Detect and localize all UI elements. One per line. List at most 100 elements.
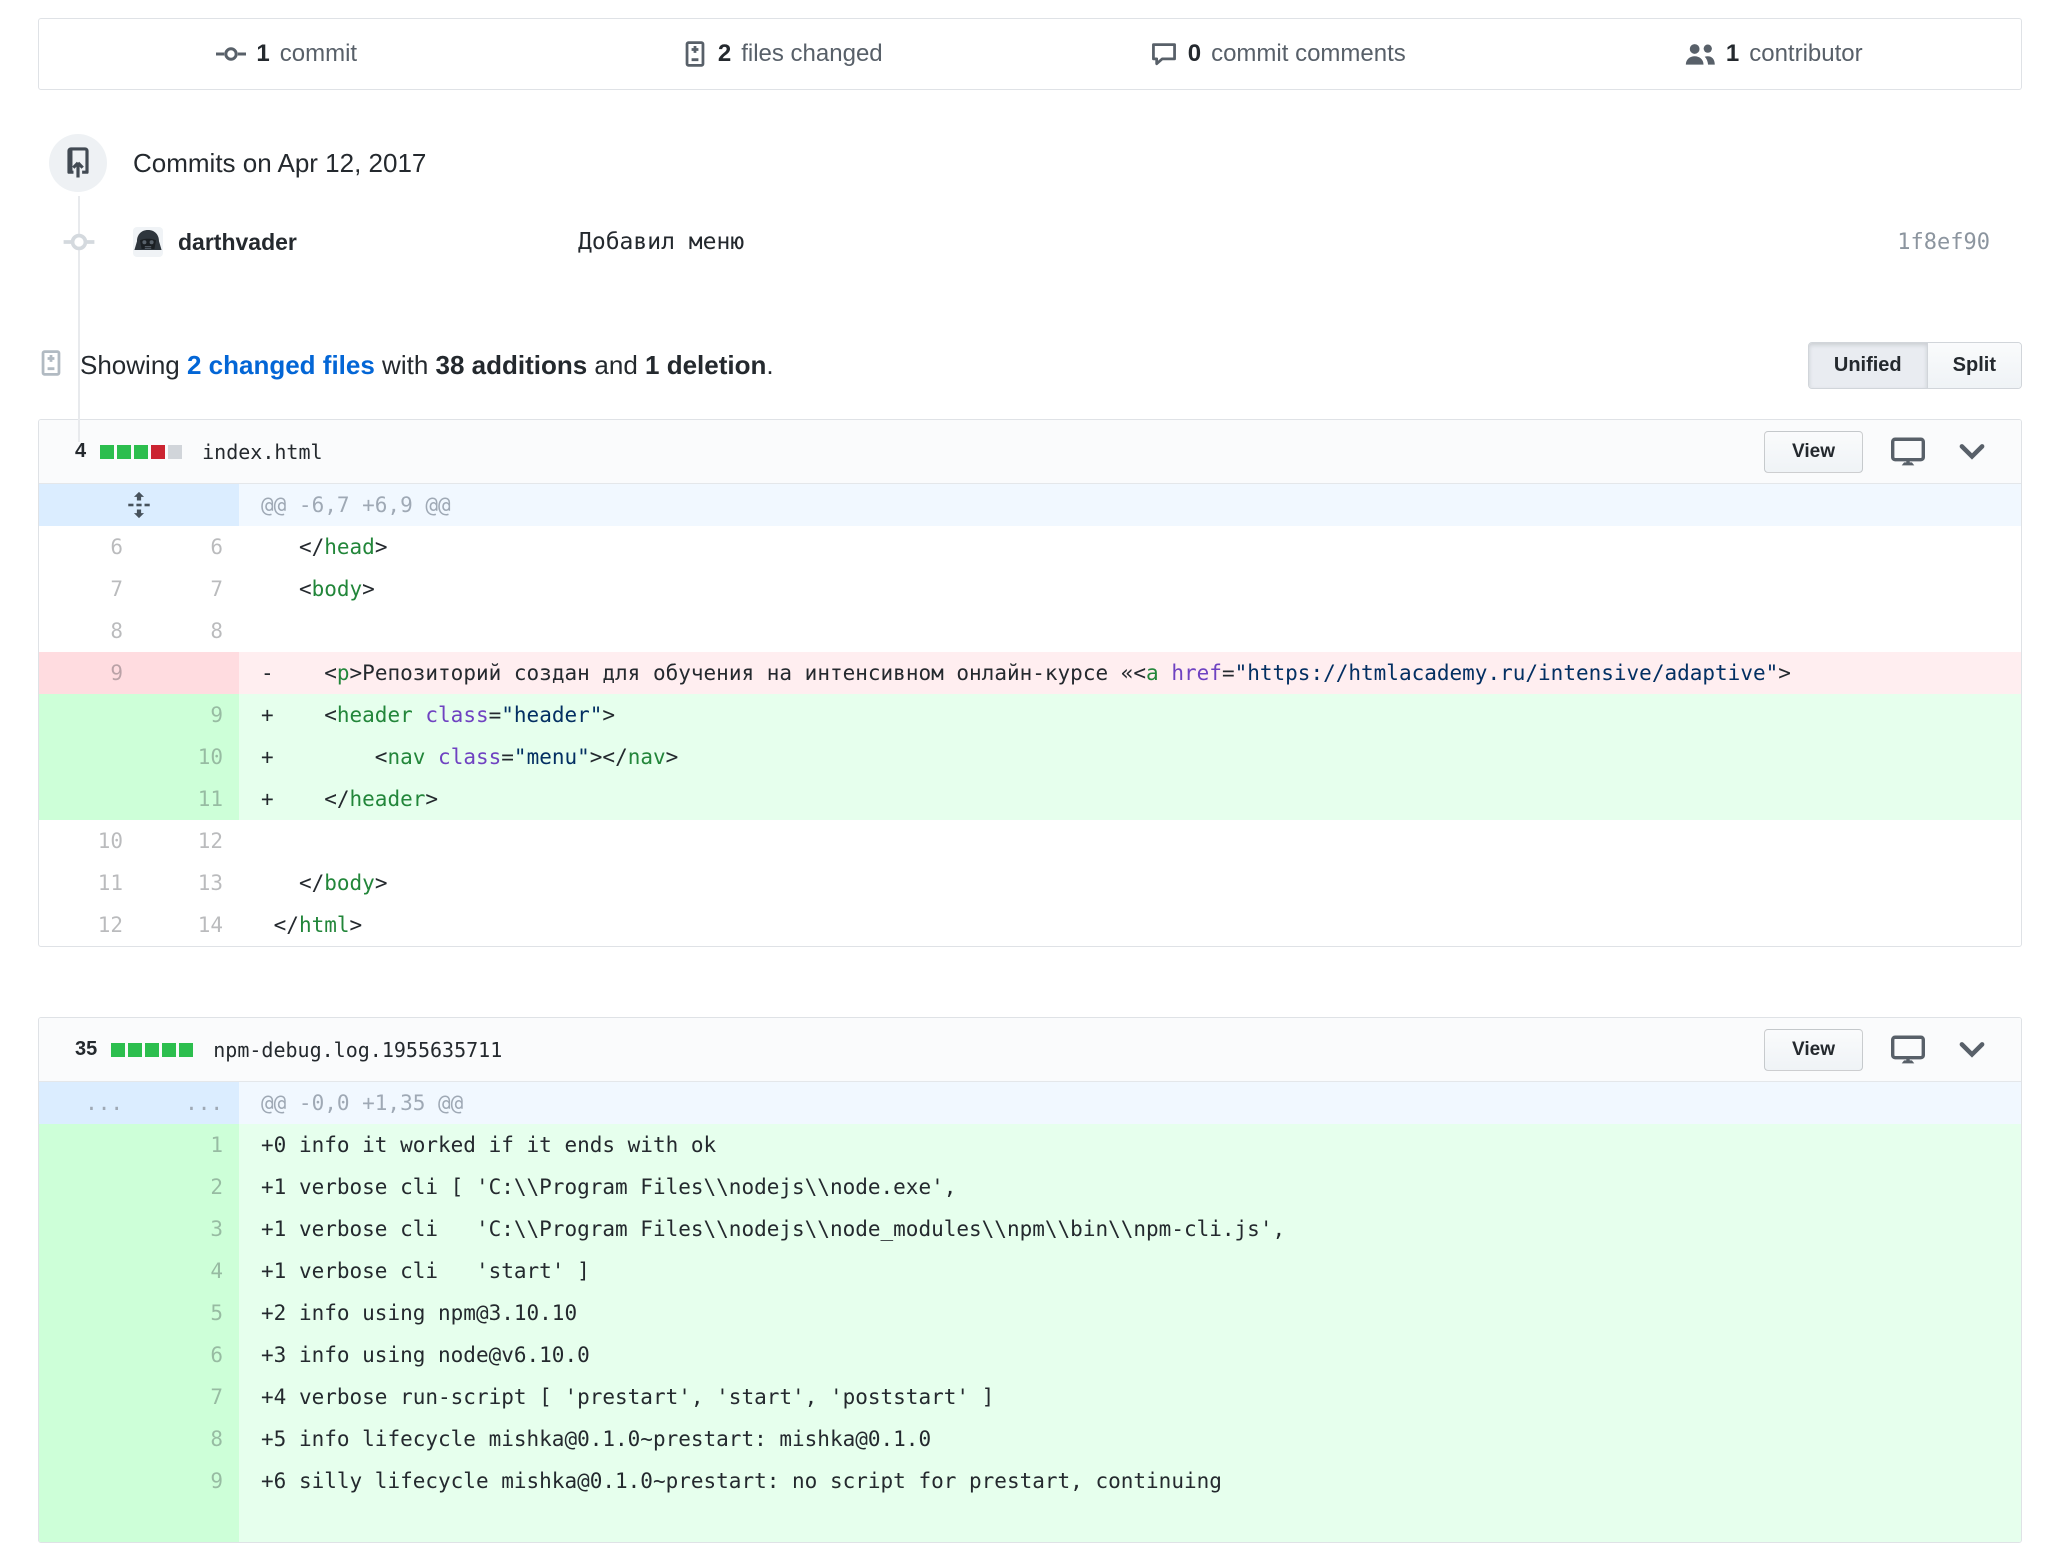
old-line-number[interactable]: 9	[39, 652, 139, 694]
old-line-number[interactable]: 6	[39, 526, 139, 568]
old-line-number[interactable]	[39, 694, 139, 736]
diff-sign: +	[261, 1259, 274, 1283]
stat-commits[interactable]: 1 commit	[39, 40, 535, 68]
old-line-number[interactable]: 7	[39, 568, 139, 610]
diff-row: 12 14 </html>	[39, 904, 2021, 946]
commit-message[interactable]: Добавил меню	[578, 229, 744, 255]
view-button[interactable]: View	[1764, 1028, 1863, 1071]
diff-row: 7 +4 verbose run-script [ 'prestart', 'st…	[39, 1376, 2021, 1418]
showing-prefix: Showing	[80, 350, 187, 380]
old-line-number[interactable]	[39, 1292, 139, 1334]
diff-sign	[261, 619, 274, 643]
new-line-number[interactable]: 7	[139, 1376, 239, 1418]
new-line-number[interactable]: 7	[139, 568, 239, 610]
old-line-number[interactable]: 12	[39, 904, 139, 946]
commit-hash[interactable]: 1f8ef90	[1897, 230, 2022, 255]
file-changes-count: 4	[75, 440, 87, 462]
view-button[interactable]: View	[1764, 430, 1863, 473]
hunk-gutter-dots: ...	[139, 1082, 239, 1124]
diffstat-block	[162, 1042, 177, 1057]
new-line-number[interactable]: 8	[139, 610, 239, 652]
changed-files-link[interactable]: 2 changed files	[187, 350, 375, 380]
old-line-number[interactable]	[39, 1208, 139, 1250]
code-line: </body>	[239, 862, 2021, 904]
new-line-number[interactable]: 1	[139, 1124, 239, 1166]
chevron-down-icon[interactable]	[1957, 440, 1987, 464]
file-diff-icon	[682, 40, 708, 68]
stat-contributors[interactable]: 1 contributor	[1526, 40, 2022, 68]
new-line-number[interactable]: 3	[139, 1208, 239, 1250]
git-commit-node-icon	[58, 224, 100, 265]
code-line: </html>	[239, 904, 2021, 946]
code-line: +2 info using npm@3.10.10	[239, 1292, 2021, 1334]
new-line-number[interactable]: 6	[139, 526, 239, 568]
old-line-number[interactable]	[39, 1376, 139, 1418]
code-line: +6 silly lifecycle mishka@0.1.0~prestart…	[239, 1460, 2021, 1502]
people-icon	[1684, 42, 1716, 66]
old-line-number[interactable]	[39, 1418, 139, 1460]
diff-sign: +	[261, 703, 274, 727]
diff-sign: +	[261, 1427, 274, 1451]
new-line-number[interactable]: 10	[139, 736, 239, 778]
diffstat-block	[179, 1042, 194, 1057]
old-line-number[interactable]: 8	[39, 610, 139, 652]
diffstat-block	[111, 1042, 126, 1057]
code-line: +3 info using node@v6.10.0	[239, 1334, 2021, 1376]
file-header: 4 index.html View	[39, 420, 2021, 484]
old-line-number[interactable]	[39, 1250, 139, 1292]
diff-view-toggle: Unified Split	[1807, 342, 2022, 389]
diff-row: 3 +1 verbose cli 'C:\\Program Files\\node…	[39, 1208, 2021, 1250]
diff-row: 11 + </header>	[39, 778, 2021, 820]
new-line-number[interactable]: 14	[139, 904, 239, 946]
code-line: - <p>Репозиторий создан для обучения на …	[239, 652, 2021, 694]
new-line-number[interactable]	[139, 652, 239, 694]
new-line-number[interactable]: 6	[139, 1334, 239, 1376]
stat-commit-comments[interactable]: 0 commit comments	[1030, 40, 1526, 68]
stat-label: files changed	[741, 40, 883, 67]
with-text: with	[374, 350, 436, 380]
new-line-number[interactable]: 5	[139, 1292, 239, 1334]
new-line-number[interactable]: 9	[139, 1460, 239, 1502]
new-line-number[interactable]: 9	[139, 694, 239, 736]
diffstat-block	[100, 444, 115, 459]
diff-row-partial	[39, 1502, 2021, 1542]
chevron-down-icon[interactable]	[1957, 1038, 1987, 1062]
old-line-number[interactable]: 10	[39, 820, 139, 862]
unfold-icon[interactable]	[39, 484, 239, 526]
new-line-number[interactable]: 12	[139, 820, 239, 862]
new-line-number[interactable]: 13	[139, 862, 239, 904]
new-line-number[interactable]: 2	[139, 1166, 239, 1208]
new-line-number[interactable]: 4	[139, 1250, 239, 1292]
code-line: +5 info lifecycle mishka@0.1.0~prestart:…	[239, 1418, 2021, 1460]
file-name: index.html	[202, 439, 323, 464]
new-line-number[interactable]: 11	[139, 778, 239, 820]
diff-row: 9 + <header class="header">	[39, 694, 2021, 736]
diff-sign	[261, 577, 274, 601]
old-line-number[interactable]	[39, 778, 139, 820]
avatar[interactable]	[133, 227, 163, 257]
diffstat-block	[128, 1042, 143, 1057]
repo-push-icon	[49, 134, 107, 192]
display-rich-diff-icon[interactable]	[1891, 437, 1925, 467]
new-line-number[interactable]: 8	[139, 1418, 239, 1460]
commit-author[interactable]: darthvader	[178, 229, 297, 256]
old-line-number[interactable]	[39, 736, 139, 778]
diff-row: 8 +5 info lifecycle mishka@0.1.0~prestart…	[39, 1418, 2021, 1460]
stat-number: 1	[1725, 40, 1740, 67]
old-line-number[interactable]	[39, 1460, 139, 1502]
commit-page: 1 commit 2 files changed 0 commit commen…	[0, 18, 2060, 1543]
old-line-number[interactable]	[39, 1124, 139, 1166]
display-rich-diff-icon[interactable]	[1891, 1035, 1925, 1065]
old-line-number[interactable]	[39, 1166, 139, 1208]
diff-row: 4 +1 verbose cli 'start' ]	[39, 1250, 2021, 1292]
diff-sign: -	[261, 661, 274, 685]
old-line-number[interactable]: 11	[39, 862, 139, 904]
deletions-count: 1 deletion	[645, 350, 767, 380]
diff-sign: +	[261, 1217, 274, 1241]
old-line-number[interactable]	[39, 1334, 139, 1376]
unified-button[interactable]: Unified	[1808, 343, 1928, 388]
stat-files-changed[interactable]: 2 files changed	[535, 40, 1031, 68]
commits-date-heading: Commits on Apr 12, 2017	[133, 147, 427, 178]
hunk-header-text: @@ -0,0 +1,35 @@	[239, 1082, 2021, 1124]
split-button[interactable]: Split	[1927, 343, 2021, 388]
